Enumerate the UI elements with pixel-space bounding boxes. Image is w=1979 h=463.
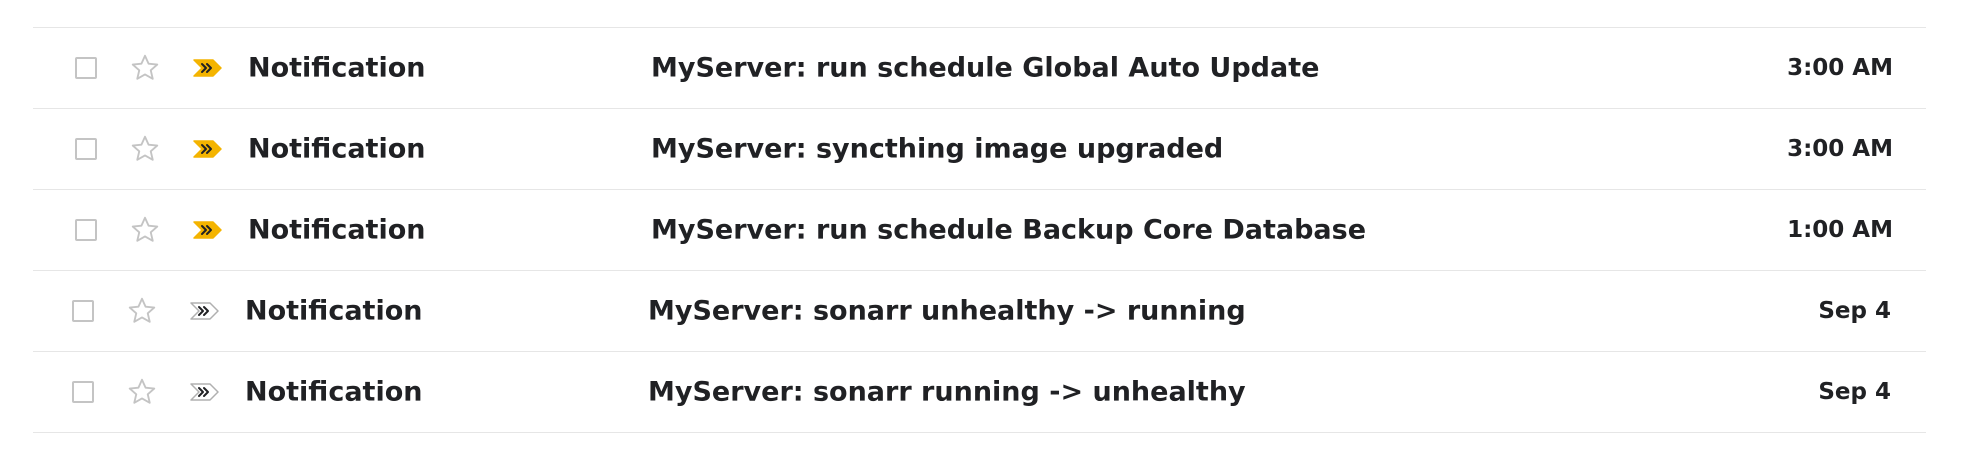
- star-icon[interactable]: [126, 376, 158, 408]
- message-subject: MyServer: sonarr unhealthy -> running: [648, 295, 1246, 327]
- star-icon[interactable]: [129, 52, 161, 84]
- message-row[interactable]: Notification MyServer: run schedule Back…: [33, 190, 1926, 271]
- sender-name: Notification: [245, 376, 423, 408]
- importance-marker-icon[interactable]: [190, 382, 220, 402]
- message-date: 3:00 AM: [1787, 136, 1893, 162]
- message-list: Notification MyServer: run schedule Glob…: [33, 27, 1926, 433]
- message-row[interactable]: Notification MyServer: run schedule Glob…: [33, 28, 1926, 109]
- importance-marker-icon[interactable]: [193, 58, 223, 78]
- message-subject: MyServer: sonarr running -> unhealthy: [648, 376, 1246, 408]
- message-subject: MyServer: run schedule Backup Core Datab…: [651, 214, 1367, 246]
- message-row[interactable]: Notification MyServer: sonarr unhealthy …: [33, 271, 1926, 352]
- select-checkbox[interactable]: [75, 219, 97, 241]
- star-icon[interactable]: [129, 133, 161, 165]
- star-icon[interactable]: [126, 295, 158, 327]
- select-checkbox[interactable]: [75, 138, 97, 160]
- message-date: 1:00 AM: [1787, 217, 1893, 243]
- message-row[interactable]: Notification MyServer: syncthing image u…: [33, 109, 1926, 190]
- select-checkbox[interactable]: [72, 381, 94, 403]
- message-date: Sep 4: [1818, 379, 1891, 405]
- star-icon[interactable]: [129, 214, 161, 246]
- select-checkbox[interactable]: [72, 300, 94, 322]
- sender-name: Notification: [245, 295, 423, 327]
- sender-name: Notification: [248, 133, 426, 165]
- message-date: 3:00 AM: [1787, 55, 1893, 81]
- message-subject: MyServer: run schedule Global Auto Updat…: [651, 52, 1320, 84]
- importance-marker-icon[interactable]: [193, 220, 223, 240]
- message-row[interactable]: Notification MyServer: sonarr running ->…: [33, 352, 1926, 433]
- importance-marker-icon[interactable]: [190, 301, 220, 321]
- message-date: Sep 4: [1818, 298, 1891, 324]
- sender-name: Notification: [248, 214, 426, 246]
- sender-name: Notification: [248, 52, 426, 84]
- message-subject: MyServer: syncthing image upgraded: [651, 133, 1224, 165]
- importance-marker-icon[interactable]: [193, 139, 223, 159]
- select-checkbox[interactable]: [75, 57, 97, 79]
